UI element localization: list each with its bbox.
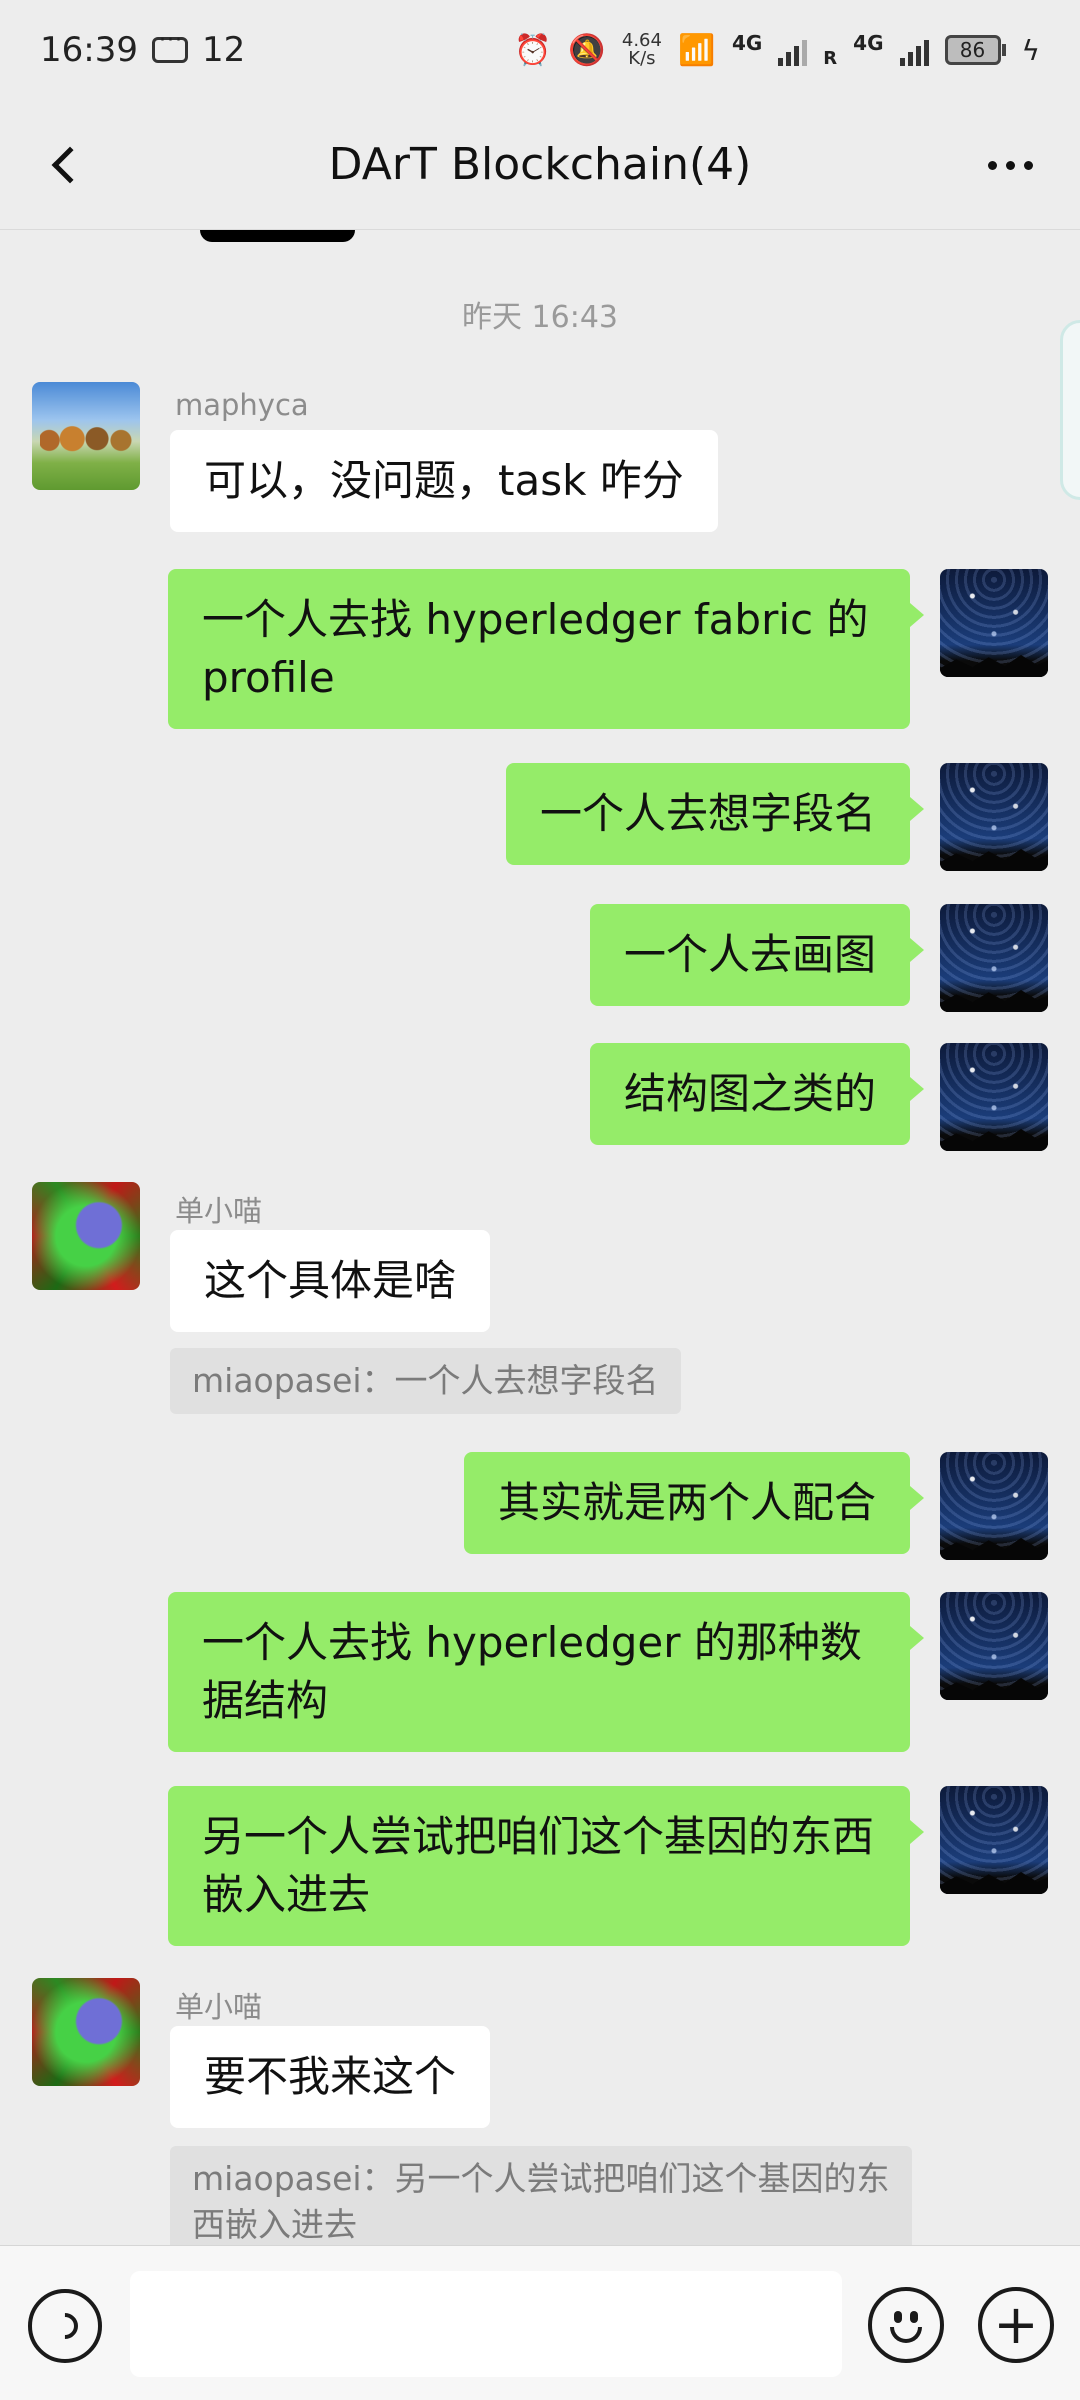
- title-bar: DArT Blockchain(4): [0, 100, 1080, 230]
- side-floating-handle[interactable]: [1060, 320, 1080, 500]
- plus-icon: +: [993, 2293, 1039, 2356]
- message-bubble-self[interactable]: 结构图之类的: [589, 1043, 925, 1145]
- message-bubble-self[interactable]: 一个人去画图: [589, 904, 925, 1006]
- partial-image-message[interactable]: [200, 230, 355, 242]
- avatar-self[interactable]: [940, 1043, 1048, 1151]
- message-bubble[interactable]: 可以，没问题，task 咋分: [170, 430, 718, 532]
- sim1-type: 4G: [731, 31, 763, 55]
- quoted-reply[interactable]: miaopasei：一个人去想字段名: [170, 1348, 681, 1414]
- message-bubble[interactable]: 这个具体是啥: [170, 1230, 491, 1332]
- status-left: 16:39 12: [40, 28, 246, 70]
- input-bar: +: [0, 2245, 1080, 2400]
- quoted-reply[interactable]: miaopasei：另一个人尝试把咱们这个基因的东西嵌入进去: [170, 2146, 912, 2245]
- message-bubble-self[interactable]: 另一个人尝试把咱们这个基因的东西嵌入进去: [168, 1786, 924, 1946]
- back-button[interactable]: [30, 130, 100, 200]
- notification-count: 12: [201, 30, 246, 70]
- more-dot-icon: [987, 160, 997, 170]
- chat-screen: 16:39 12 ⏰ 🔕 4.64 K/s 📶 4G R 4G 86: [0, 0, 1080, 2400]
- avatar-maphyca[interactable]: [32, 382, 140, 490]
- avatar-self[interactable]: [940, 569, 1048, 677]
- avatar-self[interactable]: [940, 1592, 1048, 1700]
- status-right: ⏰ 🔕 4.64 K/s 📶 4G R 4G 86 ϟ: [514, 31, 1040, 69]
- message-bubble-self[interactable]: 一个人去想字段名: [505, 763, 925, 865]
- message-notification-icon: [151, 28, 188, 63]
- message-bubble[interactable]: 要不我来这个: [170, 2026, 491, 2128]
- avatar-self[interactable]: [940, 763, 1048, 871]
- more-functions-button[interactable]: +: [978, 2287, 1054, 2363]
- network-speed-unit: K/s: [628, 48, 656, 69]
- sender-name: 单小喵: [175, 1990, 263, 2024]
- avatar-self[interactable]: [940, 1786, 1048, 1894]
- voice-icon: [46, 2307, 84, 2345]
- sim2-roaming: R: [823, 48, 838, 69]
- sender-name: 单小喵: [175, 1194, 263, 1228]
- status-bar: 16:39 12 ⏰ 🔕 4.64 K/s 📶 4G R 4G 86: [0, 0, 1080, 100]
- avatar-self[interactable]: [940, 1452, 1048, 1560]
- mute-bell-icon: 🔕: [568, 32, 606, 68]
- chevron-left-icon: [51, 146, 89, 184]
- emoji-icon: [894, 2311, 902, 2323]
- message-bubble-self[interactable]: 其实就是两个人配合: [463, 1452, 925, 1554]
- avatar-self[interactable]: [940, 904, 1048, 1012]
- battery-icon: 86: [944, 35, 1006, 65]
- sim1-signal-icon: [778, 34, 808, 66]
- clock: 16:39: [40, 30, 138, 70]
- avatar-shanxiaomiao[interactable]: [32, 1182, 140, 1290]
- message-bubble-self[interactable]: 一个人去找 hyperledger fabric 的 profile: [168, 569, 924, 729]
- more-dot-icon: [1023, 160, 1033, 170]
- alarm-icon: ⏰: [514, 32, 552, 68]
- sender-name: maphyca: [175, 388, 309, 422]
- wifi-icon: 📶: [678, 32, 716, 68]
- more-dot-icon: [1005, 160, 1015, 170]
- message-bubble-self[interactable]: 一个人去找 hyperledger 的那种数据结构: [168, 1592, 924, 1752]
- time-separator: 昨天 16:43: [462, 300, 618, 335]
- emoji-button[interactable]: [868, 2287, 944, 2363]
- more-options-button[interactable]: [970, 130, 1050, 200]
- sim2-signal-icon: [899, 34, 929, 66]
- voice-input-button[interactable]: [28, 2289, 102, 2363]
- charging-icon: ϟ: [1021, 33, 1040, 67]
- message-input[interactable]: [130, 2271, 842, 2377]
- sim2-type: 4G: [853, 31, 884, 55]
- avatar-shanxiaomiao[interactable]: [32, 1978, 140, 2086]
- chat-title: DArT Blockchain(4): [328, 139, 752, 190]
- message-list[interactable]: 昨天 16:43 maphyca 可以，没问题，task 咋分 一个人去找 hy…: [0, 230, 1080, 2245]
- battery-level: 86: [944, 35, 1001, 65]
- network-speed: 4.64 K/s: [622, 32, 662, 68]
